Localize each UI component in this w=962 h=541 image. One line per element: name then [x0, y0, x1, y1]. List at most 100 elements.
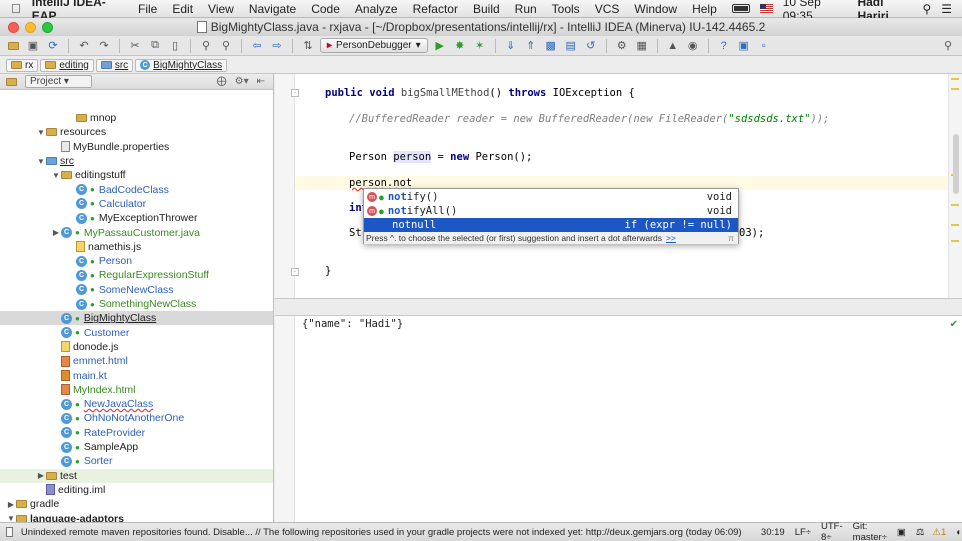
- run-configuration-select[interactable]: ▸ PersonDebugger ▾: [320, 38, 428, 53]
- tree-item[interactable]: C ● MyExceptionThrower: [0, 211, 273, 225]
- expanded-arrow-icon[interactable]: ▼: [36, 157, 46, 166]
- notification-center-icon[interactable]: ☰: [941, 2, 952, 16]
- breadcrumb-bigmightyclass[interactable]: C BigMightyClass: [135, 58, 228, 72]
- tree-item[interactable]: donode.js: [0, 340, 273, 354]
- menu-edit[interactable]: Edit: [172, 2, 193, 16]
- completion-item-notifyall[interactable]: m ● notifyAll() void: [364, 204, 738, 218]
- event-log-icon[interactable]: ⚠1: [932, 527, 946, 538]
- warning-marker[interactable]: [951, 78, 959, 80]
- menu-build[interactable]: Build: [473, 2, 500, 16]
- tree-item[interactable]: C ● SomethingNewClass: [0, 297, 273, 311]
- back-icon[interactable]: ⇦: [249, 38, 265, 54]
- tree-item[interactable]: MyBundle.properties: [0, 140, 273, 154]
- code-editor[interactable]: - - public void bigSmallMEthod() throws …: [275, 74, 962, 298]
- minimize-window-button[interactable]: [25, 21, 36, 33]
- tree-item[interactable]: mnop: [0, 111, 273, 125]
- gear-icon[interactable]: ⚙▾: [235, 76, 249, 87]
- debug-icon[interactable]: ✸: [452, 38, 468, 54]
- inspector-icon[interactable]: ⚖: [916, 527, 925, 538]
- tree-item[interactable]: C ● RegularExpressionStuff: [0, 268, 273, 282]
- menu-view[interactable]: View: [208, 2, 234, 16]
- completion-item-notify[interactable]: m ● notify() void: [364, 190, 738, 204]
- run-icon[interactable]: ▶: [432, 38, 448, 54]
- help-icon[interactable]: ?: [716, 38, 732, 54]
- warning-marker[interactable]: [951, 88, 959, 90]
- zoom-window-button[interactable]: [42, 21, 53, 33]
- collapsed-arrow-icon[interactable]: ▶: [51, 228, 61, 237]
- tree-item[interactable]: MyIndex.html: [0, 383, 273, 397]
- vcs-commit-icon[interactable]: ⇑: [523, 38, 539, 54]
- caret-position[interactable]: 30:19: [761, 527, 785, 538]
- tree-item[interactable]: ▼ language-adaptors: [0, 511, 273, 522]
- menu-navigate[interactable]: Navigate: [249, 2, 296, 16]
- search-everywhere-icon[interactable]: ⚲: [940, 38, 956, 54]
- tree-item[interactable]: C ● OhNoNotAnotherOne: [0, 411, 273, 425]
- tree-item[interactable]: editing.iml: [0, 483, 273, 497]
- open-folder-icon[interactable]: [5, 38, 21, 54]
- menu-run[interactable]: Run: [515, 2, 537, 16]
- us-flag-icon[interactable]: [760, 4, 773, 13]
- tree-item[interactable]: namethis.js: [0, 240, 273, 254]
- tree-item[interactable]: ▶ gradle: [0, 497, 273, 511]
- expanded-arrow-icon[interactable]: ▼: [6, 514, 16, 522]
- warning-marker[interactable]: [951, 224, 959, 226]
- project-structure-icon[interactable]: ▦: [634, 38, 650, 54]
- menu-analyze[interactable]: Analyze: [355, 2, 398, 16]
- menu-code[interactable]: Code: [311, 2, 340, 16]
- completion-hint-more-link[interactable]: >>: [666, 233, 676, 243]
- menu-file[interactable]: File: [138, 2, 157, 16]
- tree-item[interactable]: ▼ src: [0, 154, 273, 168]
- find-icon[interactable]: ⚲: [198, 38, 214, 54]
- tree-item[interactable]: C ● BigMightyClass: [0, 311, 273, 326]
- status-message[interactable]: Unindexed remote maven repositories foun…: [21, 527, 749, 538]
- android-icon[interactable]: ◉: [685, 38, 701, 54]
- breadcrumb-editing[interactable]: editing: [40, 58, 94, 72]
- battery-icon[interactable]: [731, 4, 751, 13]
- menu-window[interactable]: Window: [634, 2, 677, 16]
- save-all-icon[interactable]: ▣: [25, 38, 41, 54]
- scroll-from-source-icon[interactable]: ⨁: [217, 76, 227, 87]
- warning-marker[interactable]: [951, 240, 959, 242]
- warning-marker[interactable]: [951, 204, 959, 206]
- tree-item[interactable]: C ● BadCodeClass: [0, 183, 273, 197]
- tree-item[interactable]: C ● Person: [0, 254, 273, 268]
- breadcrumb-src[interactable]: src: [95, 58, 134, 72]
- tool-windows-toggle-icon[interactable]: [6, 527, 13, 537]
- pin-icon[interactable]: π: [728, 233, 734, 243]
- tree-item[interactable]: ▼ resources: [0, 125, 273, 139]
- spotlight-search-icon[interactable]: ⚲: [922, 2, 931, 16]
- undo-icon[interactable]: ↶: [76, 38, 92, 54]
- expanded-arrow-icon[interactable]: ▼: [51, 171, 61, 180]
- vcs-history-icon[interactable]: ▤: [563, 38, 579, 54]
- paste-icon[interactable]: ▯: [167, 38, 183, 54]
- hide-panel-icon[interactable]: ⇤: [257, 76, 265, 87]
- tree-item[interactable]: C ● SomeNewClass: [0, 283, 273, 297]
- menu-tools[interactable]: Tools: [552, 2, 580, 16]
- coverage-icon[interactable]: ✶: [472, 38, 488, 54]
- cut-icon[interactable]: ✂: [127, 38, 143, 54]
- editor-gutter[interactable]: [275, 74, 295, 298]
- tree-item[interactable]: C ● Customer: [0, 326, 273, 340]
- completion-item-notnull[interactable]: notnull if (expr != null): [364, 218, 738, 232]
- tree-item[interactable]: ▶ test: [0, 468, 273, 483]
- presentation-icon[interactable]: ▣: [736, 38, 752, 54]
- make-project-icon[interactable]: ⇅: [300, 38, 316, 54]
- tree-item[interactable]: ▼ editingstuff: [0, 168, 273, 182]
- fold-marker-icon[interactable]: -: [291, 268, 299, 276]
- tree-item[interactable]: C ● Sorter: [0, 454, 273, 468]
- git-branch[interactable]: Git: master÷: [853, 521, 887, 541]
- collapsed-arrow-icon[interactable]: ▶: [36, 471, 46, 480]
- tree-item[interactable]: C ● Calculator: [0, 197, 273, 211]
- scratch-editor[interactable]: {"name": "Hadi"} ✔: [275, 316, 962, 522]
- vcs-revert-icon[interactable]: ↺: [583, 38, 599, 54]
- replace-icon[interactable]: ⚲: [218, 38, 234, 54]
- tree-item[interactable]: ▶ C ● MyPassauCustomer.java: [0, 225, 273, 239]
- menu-refactor[interactable]: Refactor: [413, 2, 458, 16]
- editor-scrollbar[interactable]: [953, 134, 959, 194]
- editor-splitter[interactable]: [275, 298, 962, 316]
- memory-indicator-icon[interactable]: ◐: [956, 527, 962, 538]
- apple-icon[interactable]: : [0, 1, 32, 16]
- project-view-select[interactable]: Project ▾: [25, 75, 92, 88]
- sync-icon[interactable]: ⟳: [45, 38, 61, 54]
- tree-item[interactable]: main.kt: [0, 368, 273, 382]
